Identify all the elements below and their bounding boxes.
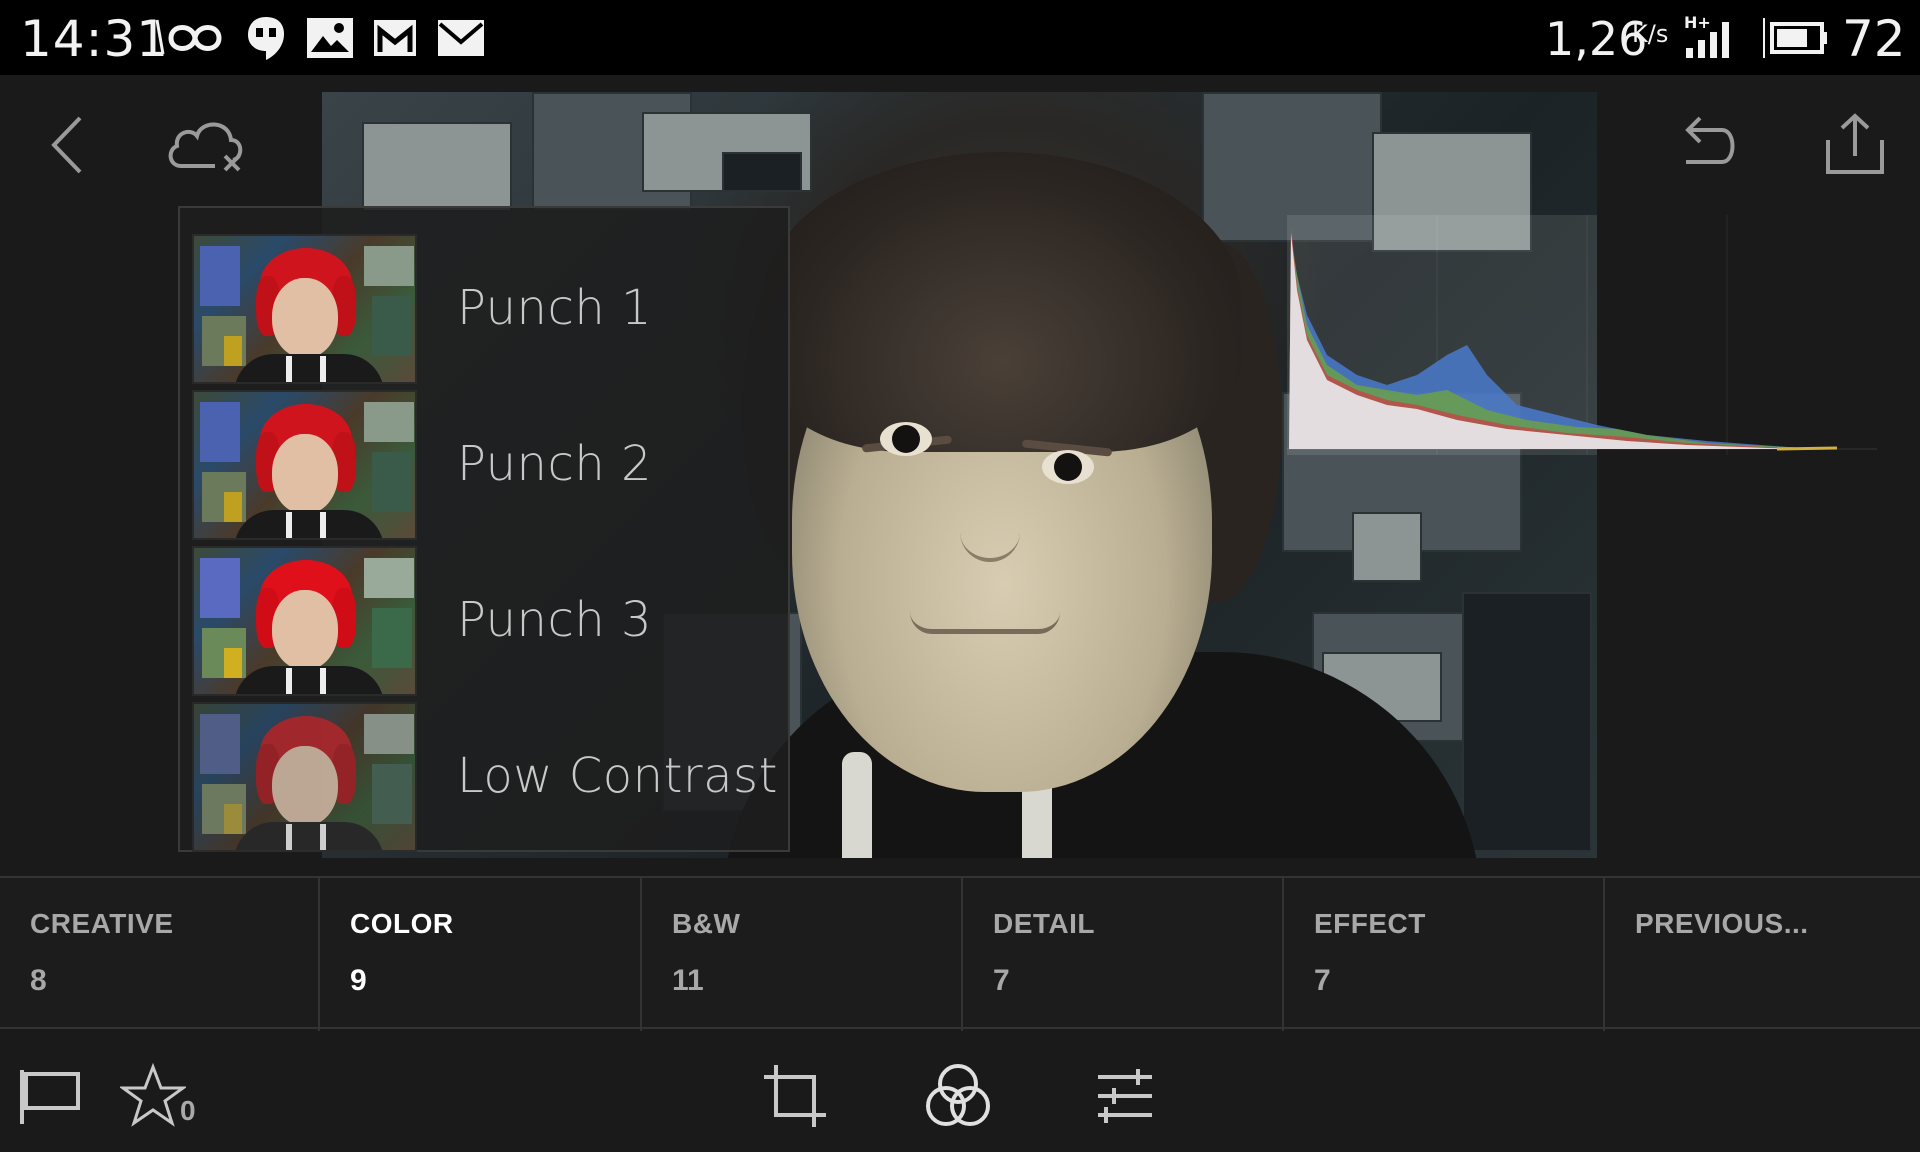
- preset-label: Punch 2: [457, 436, 653, 492]
- hair: [762, 152, 1242, 452]
- eye: [880, 422, 932, 456]
- tab-label: PREVIOUS...: [1635, 908, 1809, 939]
- background-board: [722, 152, 802, 192]
- cloud-sync-button[interactable]: [158, 100, 258, 190]
- preset-thumbnail: [192, 234, 417, 384]
- email-icon: [438, 20, 484, 56]
- preset-label: Punch 3: [457, 592, 653, 648]
- undo-icon: [1685, 116, 1735, 164]
- crop-button[interactable]: [755, 1051, 835, 1141]
- tab-count: 11: [672, 964, 704, 997]
- preset-thumbnail: [192, 546, 417, 696]
- battery-icon: [1763, 18, 1827, 58]
- tab-previous[interactable]: PREVIOUS...: [1605, 878, 1920, 1031]
- flag-icon: [20, 1070, 80, 1124]
- network-speed-unit: K/s: [1632, 20, 1669, 48]
- gmail-icon: [374, 20, 416, 56]
- preset-item[interactable]: Punch 3: [192, 546, 782, 696]
- preset-category-tabs: CREATIVE 8 COLOR 9 B&W 11 DETAIL 7 EFFEC…: [0, 876, 1920, 1031]
- back-button[interactable]: [22, 100, 112, 190]
- infinity-icon: [155, 19, 222, 55]
- preset-item[interactable]: Punch 1: [192, 234, 782, 384]
- network-type: H+: [1684, 14, 1711, 32]
- preset-thumbnail: [192, 390, 417, 540]
- tab-count: 8: [30, 964, 47, 997]
- background-board: [362, 122, 512, 212]
- star-icon: [120, 1063, 186, 1127]
- chevron-left-icon: [51, 116, 82, 174]
- flag-button[interactable]: [16, 1051, 86, 1141]
- share-button[interactable]: [1805, 100, 1905, 190]
- hood-string: [842, 752, 872, 858]
- hangouts-icon: [248, 17, 284, 60]
- tab-label: CREATIVE: [30, 908, 174, 939]
- bottom-toolbar: 0: [0, 1031, 1920, 1152]
- tab-bw[interactable]: B&W 11: [642, 878, 963, 1031]
- eye: [1042, 450, 1094, 484]
- tab-label: COLOR: [350, 908, 454, 939]
- tab-color[interactable]: COLOR 9: [320, 878, 642, 1031]
- preset-item[interactable]: Punch 2: [192, 390, 782, 540]
- status-bar: 14:31 1,26 K/s H+ 72: [0, 0, 1920, 75]
- crop-icon: [764, 1065, 826, 1127]
- battery-percent: 72: [1842, 10, 1906, 68]
- histogram: [1287, 215, 1877, 455]
- signal-icon: H+: [1684, 14, 1729, 58]
- star-count: 0: [180, 1095, 196, 1126]
- tab-effect[interactable]: EFFECT 7: [1284, 878, 1605, 1031]
- background-board: [1462, 592, 1592, 852]
- tab-detail[interactable]: DETAIL 7: [963, 878, 1284, 1031]
- undo-button[interactable]: [1657, 100, 1757, 190]
- rating-button[interactable]: [118, 1051, 188, 1141]
- background-board: [1352, 512, 1422, 582]
- tab-label: B&W: [672, 908, 741, 939]
- tab-creative[interactable]: CREATIVE 8: [0, 878, 320, 1031]
- tab-label: DETAIL: [993, 908, 1096, 939]
- preset-list: Punch 1 Punch 2 Punch 3 Low Contrast: [178, 206, 790, 852]
- tab-label: EFFECT: [1314, 908, 1426, 939]
- adjust-button[interactable]: [1085, 1051, 1165, 1141]
- presets-button[interactable]: [918, 1051, 998, 1141]
- preset-thumbnail: [192, 702, 417, 852]
- presets-circles-icon: [926, 1064, 990, 1126]
- share-icon: [1826, 113, 1884, 174]
- image-icon: [307, 18, 353, 58]
- preset-item[interactable]: Low Contrast: [192, 702, 782, 852]
- sliders-icon: [1098, 1069, 1152, 1123]
- tab-count: 9: [350, 964, 367, 997]
- tab-count: 7: [1314, 964, 1331, 997]
- preset-label: Low Contrast: [457, 748, 778, 804]
- mouth: [910, 612, 1060, 634]
- cloud-off-icon: [168, 122, 243, 172]
- tab-count: 7: [993, 964, 1010, 997]
- preset-label: Punch 1: [457, 280, 653, 336]
- clock: 14:31: [20, 10, 170, 68]
